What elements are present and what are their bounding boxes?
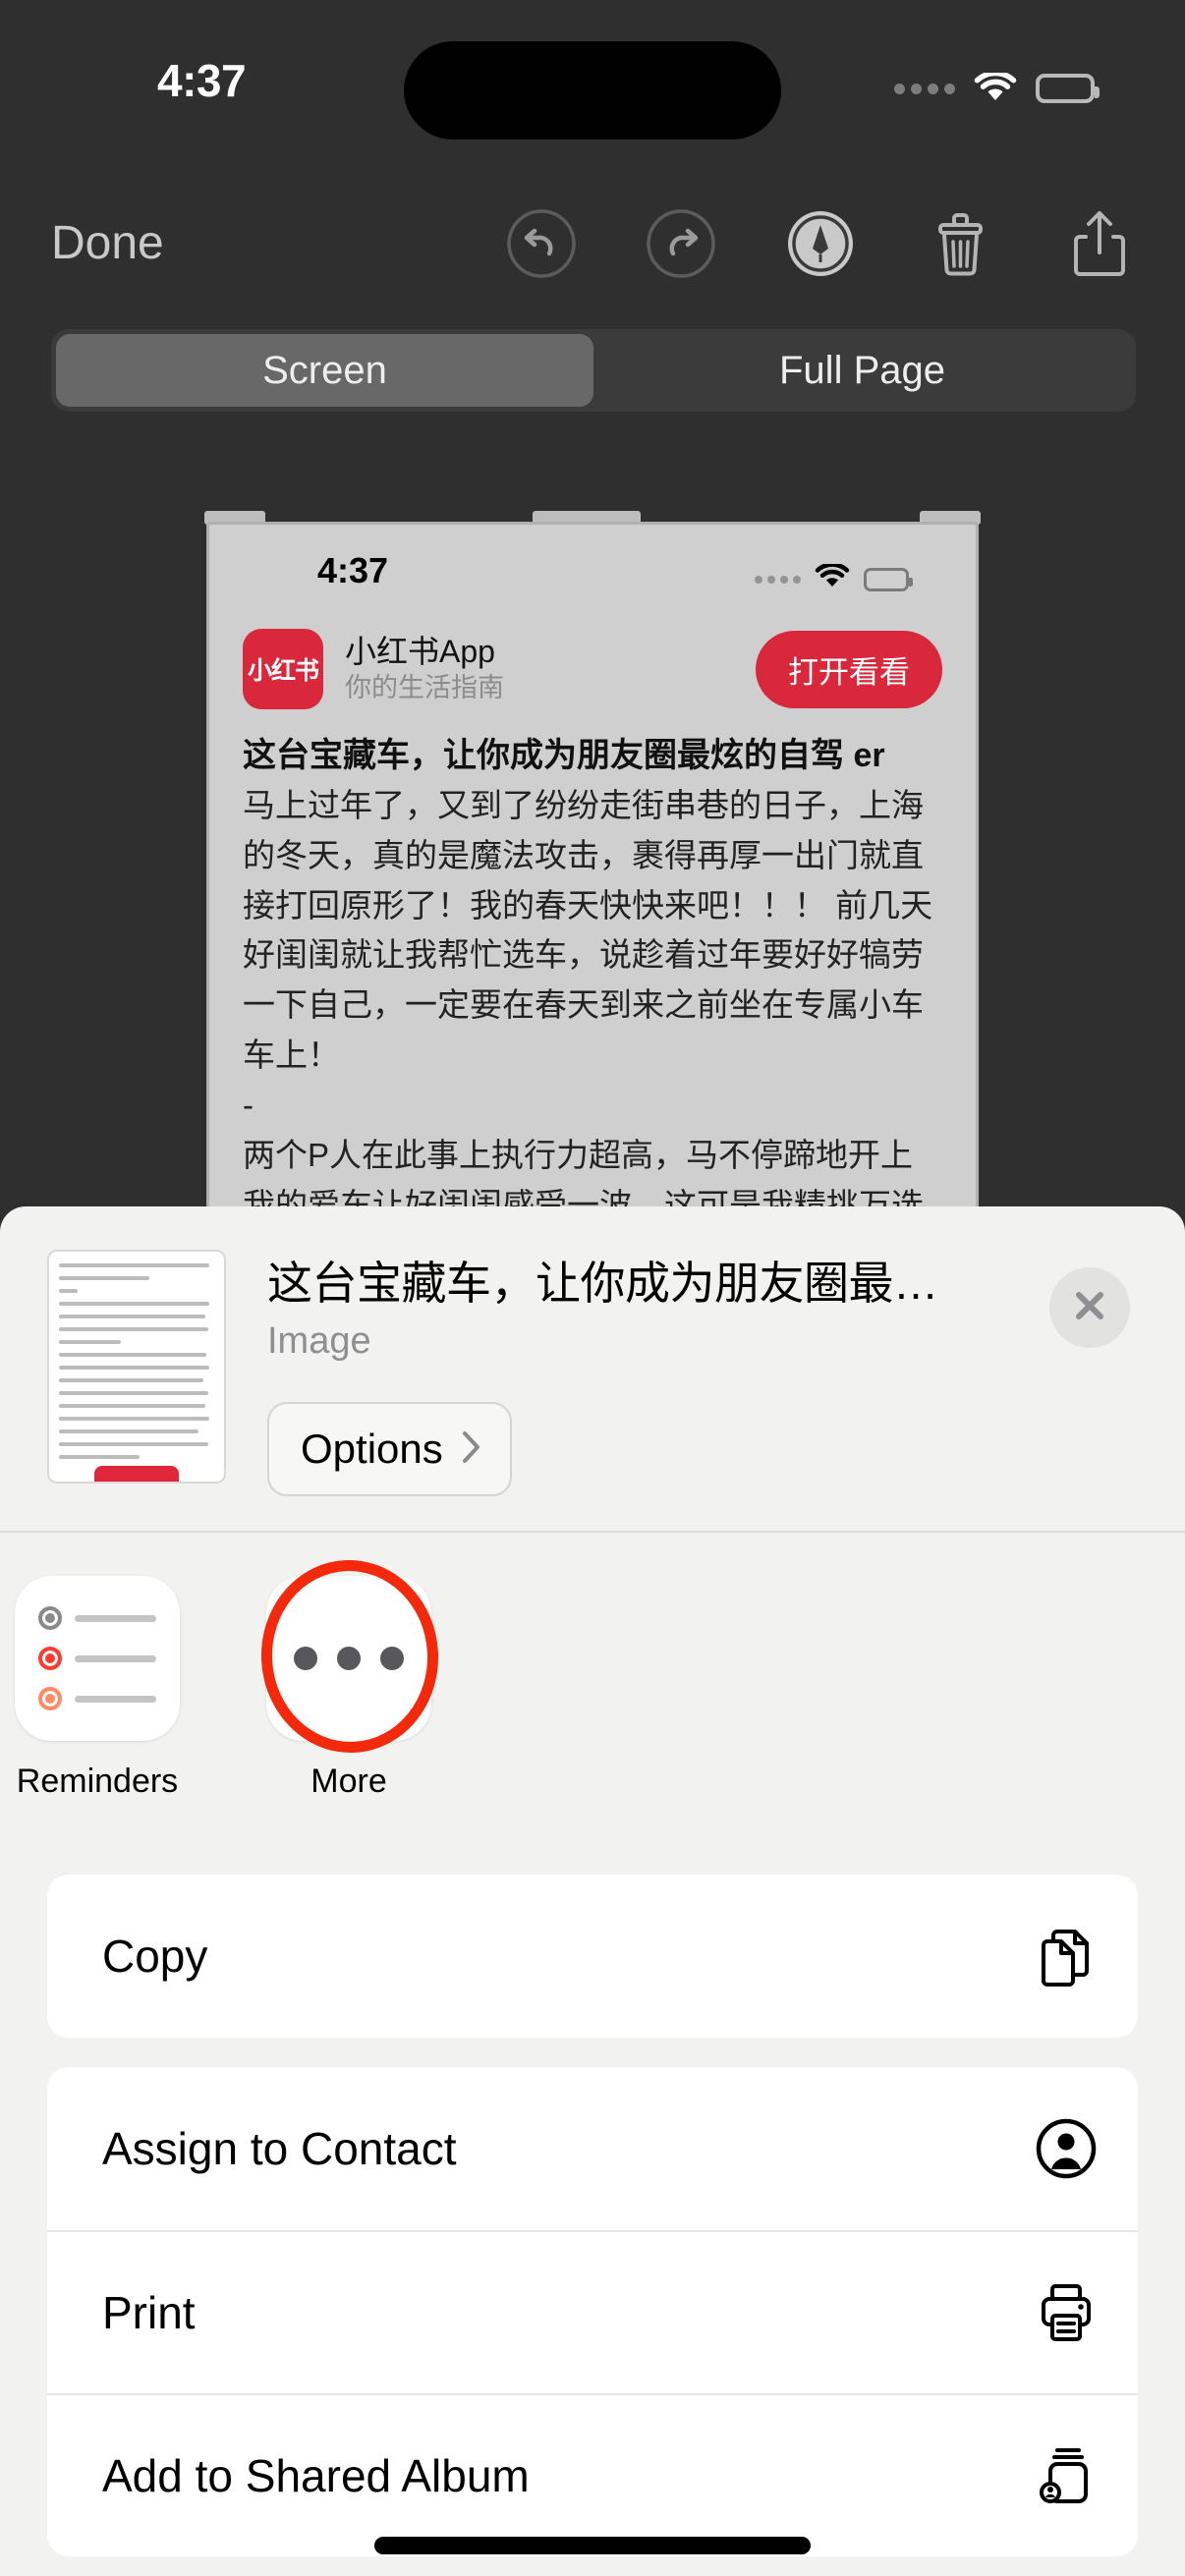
preview-article-body: 这台宝藏车，让你成为朋友圈最炫的自驾 er 马上过年了，又到了纷纷走街串巷的日子… xyxy=(209,719,976,1208)
action-label: Add to Shared Album xyxy=(102,2450,530,2501)
share-app-label: More xyxy=(310,1763,387,1800)
share-action-list: Copy Assign to Contact Print Add to Shar… xyxy=(0,1875,1185,2556)
more-ellipsis-icon xyxy=(266,1576,431,1741)
app-banner-subtitle: 你的生活指南 xyxy=(345,673,504,703)
markup-pen-icon[interactable] xyxy=(782,205,859,282)
share-app-row: Reminders More xyxy=(0,1533,1185,1875)
status-bar-indicators xyxy=(894,70,1100,104)
preview-status-indicators xyxy=(755,562,913,594)
share-sheet: 这台宝藏车，让你成为朋友圈最… Image Options Reminders … xyxy=(0,1206,1185,2576)
chevron-right-icon xyxy=(461,1429,482,1470)
share-sheet-meta: 这台宝藏车，让你成为朋友圈最… Image Options xyxy=(267,1250,1185,1497)
tab-screen[interactable]: Screen xyxy=(56,334,593,407)
share-sheet-subtitle: Image xyxy=(267,1320,371,1363)
shared-album-icon xyxy=(1034,2443,1099,2508)
preview-battery-icon xyxy=(864,567,913,591)
markup-toolbar: Done xyxy=(0,192,1185,309)
options-button-label: Options xyxy=(301,1426,443,1473)
action-group-2: Assign to Contact Print Add to Shared Al… xyxy=(47,2067,1138,2556)
dynamic-island xyxy=(404,41,781,140)
action-group-1: Copy xyxy=(47,1875,1138,2038)
printer-icon xyxy=(1034,2280,1099,2345)
screenshot-preview-area: 4:37 小红书 小红书App 你的生活指南 打开看看 这台宝藏车，让你成为朋友… xyxy=(0,422,1185,1208)
thumbnail-red-accent xyxy=(94,1466,179,1482)
preview-status-time: 4:37 xyxy=(317,550,389,590)
screenshot-mode-segmented-control[interactable]: Screen Full Page xyxy=(51,329,1136,412)
options-button[interactable]: Options xyxy=(267,1402,512,1497)
action-row-print[interactable]: Print xyxy=(47,2230,1138,2393)
cellular-dots-icon xyxy=(894,83,955,94)
app-icon-text: 小红书 xyxy=(247,657,319,685)
screenshot-preview-card[interactable]: 4:37 小红书 小红书App 你的生活指南 打开看看 这台宝藏车，让你成为朋友… xyxy=(206,522,979,1208)
home-indicator[interactable] xyxy=(374,2537,811,2554)
markup-tool-group xyxy=(503,205,1138,282)
action-label: Copy xyxy=(102,1931,208,1982)
status-bar-time: 4:37 xyxy=(157,55,247,106)
battery-icon xyxy=(1036,74,1100,103)
share-app-more[interactable]: More xyxy=(248,1576,450,1801)
share-sheet-title: 这台宝藏车，让你成为朋友圈最… xyxy=(267,1258,938,1309)
action-row-assign-to-contact[interactable]: Assign to Contact xyxy=(47,2067,1138,2230)
close-button[interactable] xyxy=(1049,1267,1130,1348)
share-thumbnail xyxy=(47,1250,226,1484)
status-bar: 4:37 xyxy=(0,0,1185,157)
app-banner-meta: 小红书App 你的生活指南 xyxy=(345,632,756,705)
iphone-screen: 4:37 Done Screen Full Page 4:37 小红书 小红书A… xyxy=(0,0,1185,2576)
tab-full-page[interactable]: Full Page xyxy=(593,334,1131,407)
action-row-copy[interactable]: Copy xyxy=(47,1875,1138,2038)
share-sheet-header: 这台宝藏车，让你成为朋友圈最… Image Options xyxy=(0,1206,1185,1533)
copy-icon xyxy=(1034,1924,1099,1988)
preview-wifi-icon xyxy=(815,562,850,594)
preview-cellular-dots-icon xyxy=(755,575,801,584)
action-label: Print xyxy=(102,2287,196,2338)
preview-article-text: 马上过年了，又到了纷纷走街串巷的日子，上海的冬天，真的是魔法攻击，裹得再厚一出门… xyxy=(243,787,933,1208)
xiaohongshu-app-icon: 小红书 xyxy=(243,629,323,709)
reminders-icon xyxy=(15,1576,180,1741)
preview-article-title: 这台宝藏车，让你成为朋友圈最炫的自驾 er xyxy=(243,737,885,774)
close-icon xyxy=(1068,1284,1111,1332)
action-row-add-to-shared-album[interactable]: Add to Shared Album xyxy=(47,2393,1138,2556)
trash-icon[interactable] xyxy=(922,205,998,282)
wifi-icon xyxy=(974,70,1017,104)
open-app-button[interactable]: 打开看看 xyxy=(756,630,942,708)
contact-icon xyxy=(1034,2116,1099,2181)
redo-icon[interactable] xyxy=(643,205,719,282)
share-app-reminders[interactable]: Reminders xyxy=(0,1576,198,1801)
share-icon[interactable] xyxy=(1061,205,1138,282)
share-app-label: Reminders xyxy=(16,1763,179,1800)
preview-status-bar: 4:37 xyxy=(209,525,976,615)
xiaohongshu-app-banner[interactable]: 小红书 小红书App 你的生活指南 打开看看 xyxy=(209,615,976,719)
done-button[interactable]: Done xyxy=(51,216,164,270)
undo-icon[interactable] xyxy=(503,205,580,282)
app-banner-name: 小红书App xyxy=(345,634,495,670)
action-label: Assign to Contact xyxy=(102,2123,457,2174)
